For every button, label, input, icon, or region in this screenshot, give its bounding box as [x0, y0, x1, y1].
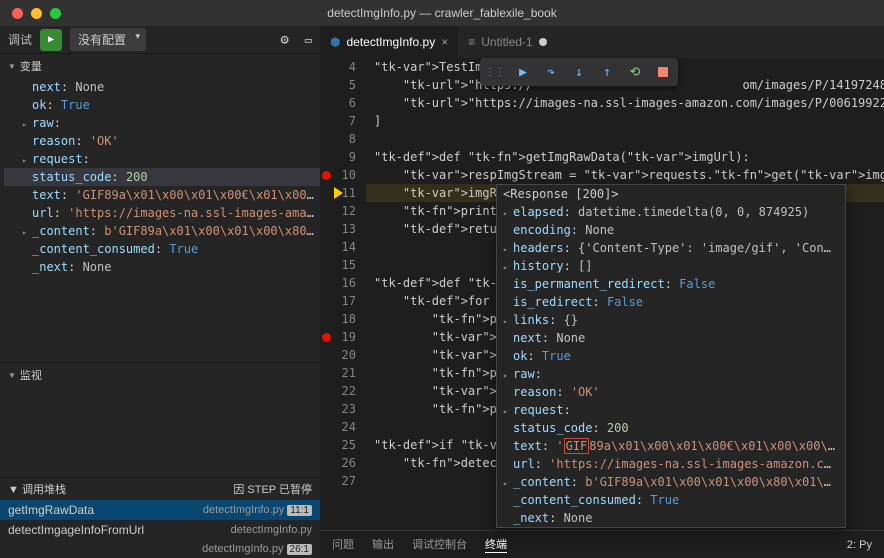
variable-row[interactable]: url: 'https://images-na.ssl-images-amaz……	[4, 204, 320, 222]
watch-section: ▼ 监视	[0, 362, 320, 477]
chevron-down-icon: ▼	[8, 62, 16, 71]
bottom-tabs: 问题 输出 调试控制台 终端	[332, 536, 507, 553]
callstack-frame[interactable]: detectImgInfo.py 26:1	[0, 540, 320, 558]
debug-config-bar: 调试 ▶ 没有配置 ⚙ ▭	[0, 26, 320, 54]
python-icon: ⬢	[330, 35, 340, 49]
debug-sidebar: 调试 ▶ 没有配置 ⚙ ▭ ▼ 变量 next: Noneok: True▸ra…	[0, 26, 320, 558]
close-tab-icon[interactable]: ×	[441, 35, 448, 49]
step-out-button[interactable]: ↑	[598, 63, 616, 81]
hover-property-row[interactable]: ok: True	[497, 347, 845, 365]
hover-property-row[interactable]: next: None	[497, 329, 845, 347]
variable-row[interactable]: ▸request:	[4, 150, 320, 168]
stop-button[interactable]	[654, 63, 672, 81]
callstack-list[interactable]: getImgRawDatadetectImgInfo.py 11:1detect…	[0, 500, 320, 558]
variable-row[interactable]: ok: True	[4, 96, 320, 114]
callstack-frame[interactable]: getImgRawDatadetectImgInfo.py 11:1	[0, 500, 320, 520]
debug-toolbar[interactable]: ⋮⋮ ▶ ↷ ↓ ↑ ⟲	[480, 58, 678, 86]
variable-row[interactable]: next: None	[4, 78, 320, 96]
hover-property-row[interactable]: is_permanent_redirect: False	[497, 275, 845, 293]
hover-property-row[interactable]: ▸history: []	[497, 257, 845, 275]
panel-tab[interactable]: 输出	[372, 536, 394, 553]
callstack-section: ▼ 调用堆栈 因 STEP 已暂停 getImgRawDatadetectImg…	[0, 477, 320, 558]
debug-console-icon[interactable]: ▭	[305, 33, 312, 47]
step-into-button[interactable]: ↓	[570, 63, 588, 81]
start-debug-button[interactable]: ▶	[40, 29, 62, 51]
hover-property-row[interactable]: reason: 'OK'	[497, 383, 845, 401]
minimize-window-icon[interactable]	[31, 8, 42, 19]
debug-hover-tooltip[interactable]: <Response [200]> ▸elapsed: datetime.time…	[496, 184, 846, 528]
chevron-down-icon: ▼	[8, 371, 16, 380]
tab-label: Untitled-1	[481, 35, 532, 49]
hover-property-row[interactable]: ▸raw:	[497, 365, 845, 383]
callstack-header[interactable]: ▼ 调用堆栈 因 STEP 已暂停	[0, 478, 320, 500]
watch-header[interactable]: ▼ 监视	[0, 363, 320, 387]
hover-property-row[interactable]: _next: None	[497, 509, 845, 527]
variable-row[interactable]: ▸_content: b'GIF89a\x01\x00\x01\x00\x80\…	[4, 222, 320, 240]
hover-property-row[interactable]: status_code: 200	[497, 419, 845, 437]
editor-tab[interactable]: ⬢ detectImgInfo.py ×	[320, 26, 458, 58]
variables-list[interactable]: next: Noneok: True▸raw: reason: 'OK'▸req…	[0, 78, 320, 362]
step-over-button[interactable]: ↷	[542, 63, 560, 81]
grip-icon[interactable]: ⋮⋮	[486, 63, 504, 81]
terminal-status: 2: Py	[847, 539, 872, 551]
hover-property-row[interactable]: ▸_content: b'GIF89a\x01\x00\x01\x00\x80\…	[497, 473, 845, 491]
line-gutter[interactable]: 4567891011121314151617181920212223242526…	[320, 58, 366, 490]
hover-property-row[interactable]: url: 'https://images-na.ssl-images-amazo…	[497, 455, 845, 473]
debug-config-dropdown[interactable]: 没有配置	[70, 28, 146, 51]
tab-label: detectImgInfo.py	[346, 35, 435, 49]
chevron-down-icon: ▼ 调用堆栈	[8, 481, 66, 497]
variable-row[interactable]: status_code: 200	[4, 168, 320, 186]
close-window-icon[interactable]	[12, 8, 23, 19]
dirty-indicator-icon	[539, 38, 547, 46]
editor-tabs: ⬢ detectImgInfo.py × ≡ Untitled-1	[320, 26, 884, 58]
gear-icon[interactable]: ⚙	[280, 32, 288, 48]
variable-row[interactable]: _content_consumed: True	[4, 240, 320, 258]
variables-header[interactable]: ▼ 变量	[0, 54, 320, 78]
hover-property-row[interactable]: encoding: None	[497, 221, 845, 239]
variable-row[interactable]: text: 'GIF89a\x01\x00\x01\x00€\x01\x00…'	[4, 186, 320, 204]
hover-property-row[interactable]: ▸request:	[497, 401, 845, 419]
hover-property-row[interactable]: ▸headers: {'Content-Type': 'image/gif', …	[497, 239, 845, 257]
window-title: detectImgInfo.py — crawler_fablexile_boo…	[327, 6, 556, 20]
variable-row[interactable]: ▸raw:	[4, 114, 320, 132]
titlebar: detectImgInfo.py — crawler_fablexile_boo…	[0, 0, 884, 26]
debug-label: 调试	[8, 31, 32, 48]
file-icon: ≡	[468, 35, 475, 49]
continue-button[interactable]: ▶	[514, 63, 532, 81]
callstack-frame[interactable]: detectImgageInfoFromUrldetectImgInfo.py	[0, 520, 320, 540]
editor-tab[interactable]: ≡ Untitled-1	[458, 26, 556, 58]
panel-tab[interactable]: 调试控制台	[412, 536, 467, 553]
zoom-window-icon[interactable]	[50, 8, 61, 19]
panel-tab[interactable]: 终端	[485, 536, 507, 553]
paused-reason: 因 STEP 已暂停	[233, 481, 312, 497]
variable-row[interactable]: reason: 'OK'	[4, 132, 320, 150]
panel-tab[interactable]: 问题	[332, 536, 354, 553]
hover-property-row[interactable]: text: 'GIF89a\x01\x00\x01\x00€\x01\x00\x…	[497, 437, 845, 455]
variable-row[interactable]: _next: None	[4, 258, 320, 276]
traffic-lights	[0, 8, 61, 19]
hover-property-row[interactable]: ▸elapsed: datetime.timedelta(0, 0, 87492…	[497, 203, 845, 221]
bottom-panel: 问题 输出 调试控制台 终端 2: Py	[320, 530, 884, 558]
hover-property-row[interactable]: ▸links: {}	[497, 311, 845, 329]
hover-property-row[interactable]: _content_consumed: True	[497, 491, 845, 509]
restart-button[interactable]: ⟲	[626, 63, 644, 81]
hover-title: <Response [200]>	[497, 185, 845, 203]
hover-property-row[interactable]: is_redirect: False	[497, 293, 845, 311]
